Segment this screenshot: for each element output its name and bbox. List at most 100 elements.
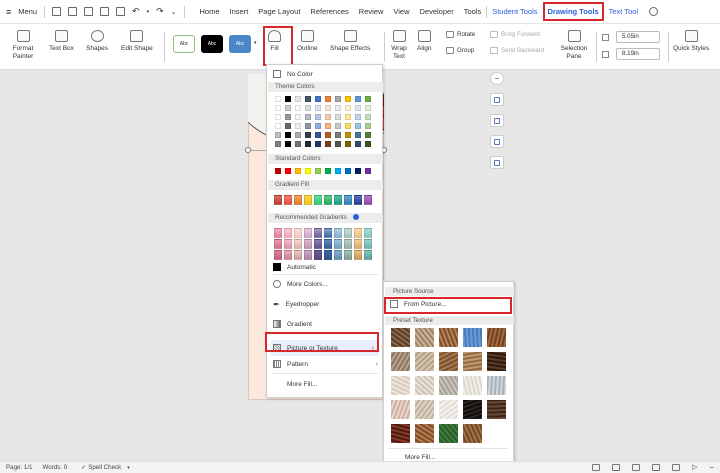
- theme-color-swatch[interactable]: [285, 141, 291, 147]
- theme-color-swatch[interactable]: [365, 123, 371, 129]
- shape-width-input[interactable]: 8.19in: [616, 48, 660, 60]
- recommended-gradient-swatch[interactable]: [294, 239, 302, 249]
- recommended-gradient-swatch[interactable]: [314, 228, 322, 238]
- no-color-option[interactable]: No Color: [273, 70, 313, 78]
- preset-texture-swatch[interactable]: [415, 328, 434, 347]
- theme-color-swatch[interactable]: [355, 132, 361, 138]
- preset-texture-swatch[interactable]: [487, 328, 506, 347]
- theme-color-swatch[interactable]: [295, 96, 301, 102]
- shape-style-outline[interactable]: Abc: [173, 35, 195, 53]
- recommended-gradient-swatch[interactable]: [344, 250, 352, 260]
- theme-color-swatch[interactable]: [355, 114, 361, 120]
- spell-check-button[interactable]: Spell Check: [88, 464, 121, 471]
- preset-texture-swatch[interactable]: [391, 328, 410, 347]
- theme-color-swatch[interactable]: [275, 105, 281, 111]
- theme-color-swatch[interactable]: [345, 114, 351, 120]
- theme-color-swatch[interactable]: [365, 114, 371, 120]
- preset-texture-swatch[interactable]: [439, 376, 458, 395]
- preset-texture-swatch[interactable]: [415, 400, 434, 419]
- more-colors-option[interactable]: More Colors...: [273, 280, 328, 288]
- theme-color-swatch[interactable]: [295, 114, 301, 120]
- theme-color-swatch[interactable]: [325, 132, 331, 138]
- hamburger-icon[interactable]: ≡: [6, 7, 11, 17]
- rotate-button[interactable]: Rotate: [446, 31, 475, 38]
- edit-shape-button[interactable]: Edit Shape: [121, 30, 153, 52]
- undo-dropdown-icon[interactable]: ▾: [147, 9, 150, 15]
- recommended-gradient-swatch[interactable]: [284, 239, 292, 249]
- send-backward-button[interactable]: Send Backward: [490, 47, 544, 54]
- theme-color-swatch[interactable]: [295, 123, 301, 129]
- shape-height-input[interactable]: 5.05in: [616, 31, 660, 43]
- eyedropper-option[interactable]: ✒ Eyedropper: [273, 300, 319, 309]
- preset-texture-swatch[interactable]: [463, 424, 482, 443]
- recommended-gradient-swatch[interactable]: [324, 228, 332, 238]
- gradient-fill-swatch[interactable]: [314, 195, 322, 205]
- preset-texture-swatch[interactable]: [391, 352, 410, 371]
- recommended-gradient-swatch[interactable]: [334, 250, 342, 260]
- theme-color-swatch[interactable]: [275, 132, 281, 138]
- theme-color-swatch[interactable]: [365, 105, 371, 111]
- outline-view-icon[interactable]: [651, 464, 660, 471]
- print-preview-icon[interactable]: [116, 7, 126, 16]
- selection-pane-button[interactable]: Selection Pane: [558, 30, 590, 61]
- gradient-fill-swatch[interactable]: [284, 195, 292, 205]
- standard-color-swatch[interactable]: [315, 168, 321, 174]
- standard-color-swatch[interactable]: [275, 168, 281, 174]
- tab-drawing-tools[interactable]: Drawing Tools: [542, 2, 604, 21]
- standard-color-swatch[interactable]: [305, 168, 311, 174]
- redo-icon[interactable]: ↷: [156, 6, 164, 17]
- recommended-gradient-swatch[interactable]: [274, 239, 282, 249]
- chevron-down-icon[interactable]: ▾: [127, 465, 130, 471]
- layout-options-button[interactable]: [490, 93, 504, 106]
- preset-texture-swatch[interactable]: [439, 424, 458, 443]
- standard-color-swatch[interactable]: [345, 168, 351, 174]
- recommended-gradient-swatch[interactable]: [364, 250, 372, 260]
- theme-color-swatch[interactable]: [355, 96, 361, 102]
- recommended-gradient-swatch[interactable]: [364, 239, 372, 249]
- save-icon[interactable]: [84, 7, 94, 16]
- recommended-gradient-swatch[interactable]: [314, 250, 322, 260]
- recommended-gradient-swatch[interactable]: [304, 250, 312, 260]
- preset-texture-swatch[interactable]: [463, 376, 482, 395]
- gradient-option[interactable]: Gradient: [273, 320, 312, 328]
- standard-color-swatch[interactable]: [365, 168, 371, 174]
- preset-texture-swatch[interactable]: [463, 400, 482, 419]
- recommended-gradient-swatch[interactable]: [274, 250, 282, 260]
- gradient-fill-swatch[interactable]: [344, 195, 352, 205]
- theme-color-swatch[interactable]: [275, 141, 281, 147]
- theme-color-swatch[interactable]: [325, 114, 331, 120]
- more-fill-option[interactable]: More Fill...: [287, 381, 317, 388]
- preset-texture-swatch[interactable]: [439, 328, 458, 347]
- preset-texture-swatch[interactable]: [415, 352, 434, 371]
- preset-texture-swatch[interactable]: [487, 400, 506, 419]
- theme-color-swatch[interactable]: [345, 96, 351, 102]
- theme-color-swatch[interactable]: [305, 96, 311, 102]
- theme-color-swatch[interactable]: [345, 141, 351, 147]
- resize-handle[interactable]: [245, 147, 251, 153]
- theme-color-swatch[interactable]: [275, 123, 281, 129]
- theme-color-swatch[interactable]: [335, 132, 341, 138]
- search-icon[interactable]: [649, 7, 659, 16]
- recommended-gradient-swatch[interactable]: [304, 239, 312, 249]
- recommended-gradient-swatch[interactable]: [294, 228, 302, 238]
- zoom-out-icon[interactable]: −: [709, 464, 714, 472]
- recommended-gradient-swatch[interactable]: [304, 228, 312, 238]
- theme-color-swatch[interactable]: [325, 105, 331, 111]
- theme-color-swatch[interactable]: [335, 105, 341, 111]
- theme-color-swatch[interactable]: [315, 123, 321, 129]
- recommended-gradient-swatch[interactable]: [334, 239, 342, 249]
- recommended-gradient-swatch[interactable]: [284, 228, 292, 238]
- shape-style-side-button[interactable]: [490, 114, 504, 127]
- recommended-gradient-swatch[interactable]: [324, 239, 332, 249]
- theme-color-swatch[interactable]: [285, 105, 291, 111]
- preset-texture-swatch[interactable]: [439, 400, 458, 419]
- theme-color-swatch[interactable]: [315, 132, 321, 138]
- theme-color-swatch[interactable]: [305, 105, 311, 111]
- preset-texture-swatch[interactable]: [463, 328, 482, 347]
- styles-more-icon[interactable]: ▾: [254, 40, 257, 46]
- align-button[interactable]: Align: [417, 30, 431, 52]
- gradient-fill-swatch[interactable]: [274, 195, 282, 205]
- shape-style-black[interactable]: Abc: [201, 35, 223, 53]
- theme-color-swatch[interactable]: [355, 105, 361, 111]
- theme-color-swatch[interactable]: [295, 105, 301, 111]
